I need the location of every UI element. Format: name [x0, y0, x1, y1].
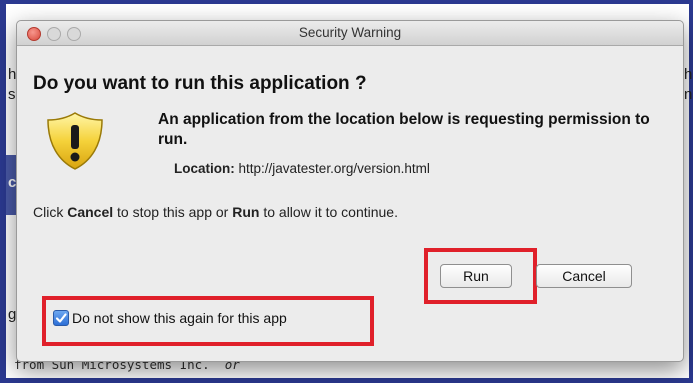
instruction-suffix: to allow it to continue. — [263, 204, 398, 220]
background-text-fragment: n — [684, 86, 693, 103]
instruction-run-word: Run — [232, 204, 260, 220]
frame-top — [0, 0, 693, 4]
request-message: An application from the location below i… — [158, 111, 650, 148]
run-button[interactable]: Run — [440, 264, 512, 288]
security-warning-dialog: Security Warning Do you want to run this… — [16, 20, 684, 362]
title-bar: Security Warning — [17, 21, 683, 46]
do-not-show-checkbox[interactable] — [53, 310, 69, 326]
warning-shield-icon — [47, 112, 103, 170]
instruction-middle: to stop this app or — [117, 204, 229, 220]
background-text-fragment: s — [8, 86, 16, 103]
instruction-prefix: Click — [33, 204, 64, 220]
location-url: http://javatester.org/version.html — [238, 161, 430, 176]
do-not-show-label[interactable]: Do not show this again for this app — [72, 310, 287, 326]
location-line: Location: http://javatester.org/version.… — [174, 161, 430, 176]
background-text-fragment: h — [684, 66, 693, 83]
instruction-text: Click Cancel to stop this app or Run to … — [33, 204, 398, 220]
dialog-heading: Do you want to run this application ? — [33, 73, 367, 94]
instruction-cancel-word: Cancel — [67, 204, 114, 220]
dialog-title: Security Warning — [298, 25, 402, 40]
location-label: Location: — [174, 161, 235, 176]
frame-right — [689, 0, 693, 383]
checkmark-icon — [55, 313, 67, 323]
cancel-button[interactable]: Cancel — [536, 264, 632, 288]
frame-bottom — [0, 378, 693, 383]
